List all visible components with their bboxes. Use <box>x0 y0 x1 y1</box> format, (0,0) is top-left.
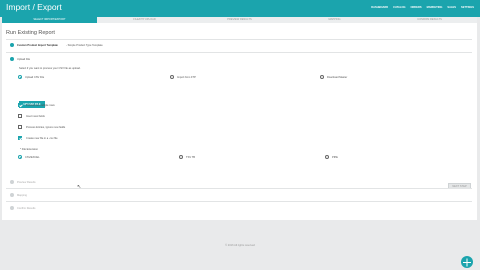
step-1-indicator <box>10 43 14 47</box>
nav-item-orders[interactable]: ORDERS <box>411 6 422 9</box>
top-bar: Import / Export DASHBOARD CATALOG ORDERS… <box>0 0 480 17</box>
divider <box>6 188 472 189</box>
nav-item-dashboard[interactable]: DASHBOARD <box>371 6 388 9</box>
option-insert-fields-checkbox[interactable] <box>18 114 22 118</box>
page-title: Run Existing Report <box>6 30 55 36</box>
source-download-radio[interactable] <box>320 75 324 79</box>
nav-item-marketing[interactable]: MARKETING <box>427 6 443 9</box>
divider <box>6 52 472 53</box>
step-tabs: SELECT IMPORT/EXPORT FILE/FTP UPLOAD PRE… <box>2 17 477 23</box>
step-2-indicator <box>10 57 14 61</box>
source-upload-csv-radio[interactable] <box>18 75 22 79</box>
source-upload-csv-label: Upload CSV File <box>25 76 45 79</box>
divider <box>6 39 472 40</box>
step-4-indicator <box>10 193 14 197</box>
step-3-indicator <box>10 180 14 184</box>
file-extension-label: * File Extension <box>20 148 39 151</box>
nav-item-settings[interactable]: SETTINGS <box>461 6 474 9</box>
divider <box>6 201 472 202</box>
nav-item-sales[interactable]: SALES <box>447 6 456 9</box>
template-type: - Simple Product Type Template <box>66 44 103 47</box>
step-5-indicator <box>10 206 14 210</box>
upload-help-text: Select if you want to process your CSV f… <box>19 67 81 70</box>
footer-text: © 2016 All rights reserved <box>225 244 255 247</box>
step-mapping[interactable]: Mapping <box>17 194 27 197</box>
option-create-file-checkbox[interactable] <box>18 136 22 140</box>
step-preview-results[interactable]: Preview Results <box>17 181 36 184</box>
tab-file-upload[interactable]: FILE/FTP UPLOAD <box>97 17 192 23</box>
extension-tsv-radio[interactable] <box>179 155 183 159</box>
tab-preview-results[interactable]: PREVIEW RESULTS <box>192 17 287 23</box>
tab-select-import-export[interactable]: SELECT IMPORT/EXPORT <box>2 17 97 23</box>
source-download-label: Download Master <box>327 76 348 79</box>
extension-csv-radio[interactable] <box>18 155 22 159</box>
plus-icon[interactable] <box>461 256 473 268</box>
template-name: Custom Product Import Template <box>17 44 58 47</box>
option-ignore-fields-checkbox[interactable] <box>18 125 22 129</box>
extension-pipe-radio[interactable] <box>325 155 329 159</box>
tab-confirm-results[interactable]: CONFIRM RESULTS <box>382 17 477 23</box>
top-nav: DASHBOARD CATALOG ORDERS MARKETING SALES… <box>371 6 474 9</box>
extension-tsv-label: TSV TB <box>186 156 196 159</box>
option-multiple-rows-checkbox[interactable] <box>18 103 22 107</box>
option-create-file-label: Create new file in a .csv file <box>26 137 58 140</box>
main-panel: SELECT IMPORT/EXPORT FILE/FTP UPLOAD PRE… <box>2 17 477 220</box>
tab-mapping[interactable]: MAPPING <box>287 17 382 23</box>
nav-item-catalog[interactable]: CATALOG <box>393 6 405 9</box>
option-ignore-fields-label: Process Entries, Ignore new fields <box>26 126 66 129</box>
source-ftp-radio[interactable] <box>170 75 174 79</box>
extension-pipe-label: PIPE <box>332 156 338 159</box>
option-insert-fields-label: Insert new fields <box>26 115 45 118</box>
step-confirm-results[interactable]: Confirm Results <box>17 207 35 210</box>
option-multiple-rows-label: Process as multiple rows <box>26 104 55 107</box>
upload-file-heading: Upload File <box>17 58 31 61</box>
extension-csv-label: CSV/EXCEL <box>25 156 40 159</box>
source-ftp-label: Import from FTP <box>177 76 196 79</box>
app-title: Import / Export <box>6 2 62 12</box>
